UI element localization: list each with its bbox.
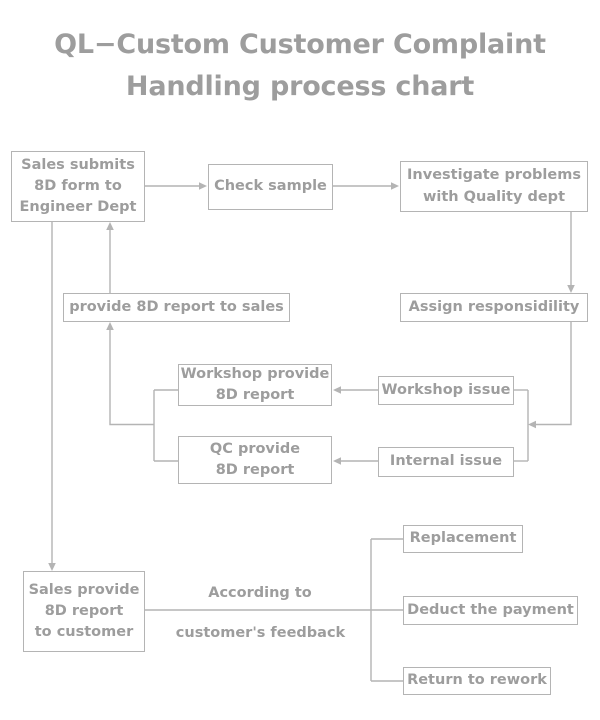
edge-provides-to-sales-report	[106, 322, 178, 462]
node-workshop-provide-8d-report[interactable]: Workshop provide 8D report	[178, 364, 332, 406]
edge-investigate-to-assign	[567, 212, 575, 293]
edge-assign-to-issues	[514, 322, 572, 462]
edge-internal-issue-to-qc-provide	[333, 457, 378, 465]
edge-sales-submits-to-sales-provide-customer	[48, 222, 56, 571]
edge-label-according-to: According to	[208, 585, 312, 601]
node-sales-provide-8d-report-to-customer[interactable]: Sales provide 8D report to customer	[23, 571, 145, 652]
edge-sales-provide-customer-to-outcomes	[145, 538, 403, 682]
flowchart-canvas: QL−Custom Customer Complaint Handling pr…	[0, 0, 600, 720]
node-investigate-problems[interactable]: Investigate problems with Quality dept	[400, 161, 588, 212]
node-return-to-rework[interactable]: Return to rework	[403, 667, 551, 695]
edge-workshop-issue-to-workshop-provide	[333, 386, 378, 394]
node-replacement[interactable]: Replacement	[403, 525, 523, 553]
node-provide-8d-report-to-sales[interactable]: provide 8D report to sales	[63, 293, 290, 322]
edge-label-customers-feedback: customer's feedback	[175, 625, 346, 641]
node-workshop-issue[interactable]: Workshop issue	[378, 376, 514, 405]
node-qc-provide-8d-report[interactable]: QC provide 8D report	[178, 436, 332, 484]
node-deduct-the-payment[interactable]: Deduct the payment	[403, 596, 578, 625]
node-sales-submits[interactable]: Sales submits 8D form to Engineer Dept	[11, 151, 145, 222]
edge-sales-report-to-sales-submits	[106, 222, 114, 293]
node-check-sample[interactable]: Check sample	[208, 164, 333, 210]
node-internal-issue[interactable]: Internal issue	[378, 447, 514, 477]
node-assign-responsibility[interactable]: Assign responsidility	[400, 293, 588, 322]
edge-check-sample-to-investigate	[333, 182, 399, 190]
edge-sales-submits-to-check-sample	[145, 182, 207, 190]
